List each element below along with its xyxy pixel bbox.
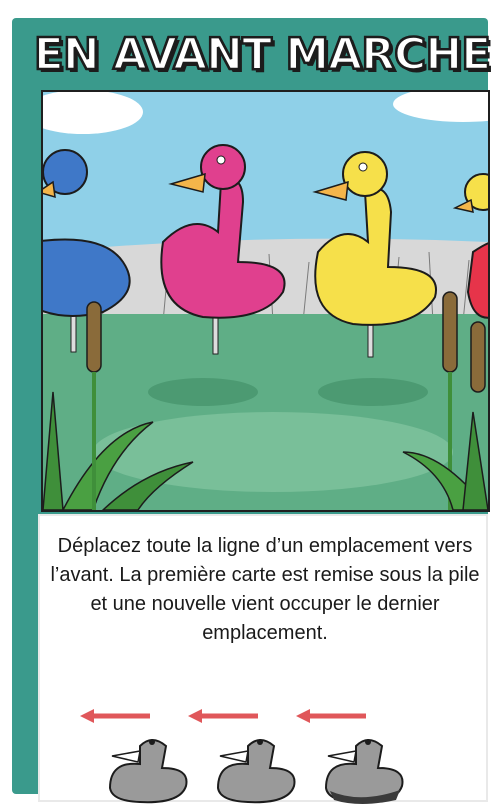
left-arrow-icon xyxy=(80,709,150,723)
card-illustration xyxy=(41,90,490,512)
card-title: EN AVANT MARCHE xyxy=(33,27,493,81)
rules-text: Déplacez toute la ligne d’un emplacement… xyxy=(50,535,480,644)
duck-icon xyxy=(108,739,188,804)
rules-panel: Déplacez toute la ligne d’un emplacement… xyxy=(38,514,488,804)
left-arrow-icon xyxy=(188,709,258,723)
movement-legend xyxy=(80,709,404,804)
pond-scene xyxy=(43,92,488,510)
left-arrow-icon xyxy=(296,709,366,723)
action-card: EN AVANT MARCHE Déplacez toute la ligne … xyxy=(12,18,493,804)
duck-icon xyxy=(324,739,404,804)
duck-shadow xyxy=(148,378,258,406)
title-banner: EN AVANT MARCHE xyxy=(33,24,493,84)
duck-icon xyxy=(216,739,296,804)
duck-shadow xyxy=(318,378,428,406)
